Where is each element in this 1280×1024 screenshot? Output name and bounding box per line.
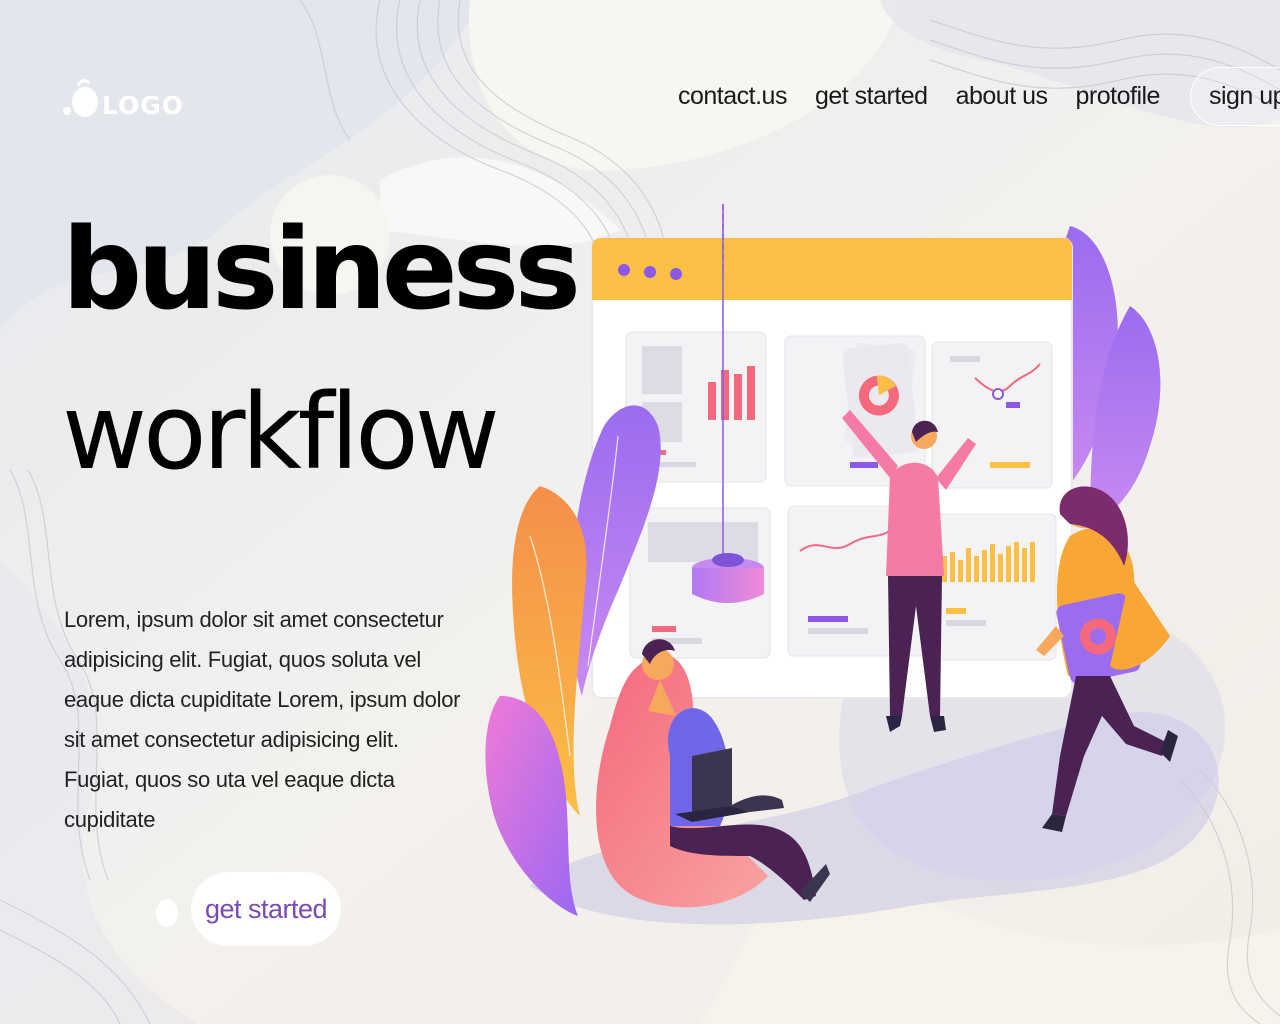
nav-link-get-started[interactable]: get started	[801, 82, 942, 111]
logo-text: LOGO	[102, 90, 185, 120]
hero-description: Lorem, ipsum dolor sit amet consectetur …	[64, 607, 461, 832]
window-dot-icon	[670, 268, 682, 280]
nav-link-about-us[interactable]: about us	[942, 82, 1062, 111]
get-started-button[interactable]: get started	[191, 872, 341, 946]
logo[interactable]: LOGO	[62, 78, 184, 120]
pie-chart-icon	[842, 342, 919, 458]
nav-link-contact[interactable]: contact.us	[664, 82, 801, 111]
logo-mark-icon	[62, 78, 98, 120]
window-dot-icon	[644, 266, 656, 278]
nav-link-portfolio[interactable]: protofile	[1062, 82, 1174, 111]
hero-title-line2: workflow	[62, 371, 500, 493]
cta-decor-dot	[156, 899, 178, 927]
sign-up-button[interactable]: sign up	[1189, 66, 1280, 126]
workflow-illustration	[485, 204, 1219, 925]
window-dot-icon	[618, 264, 630, 276]
hero-illustration	[470, 196, 1250, 941]
top-nav: contact.us get started about us protofil…	[664, 66, 1280, 126]
